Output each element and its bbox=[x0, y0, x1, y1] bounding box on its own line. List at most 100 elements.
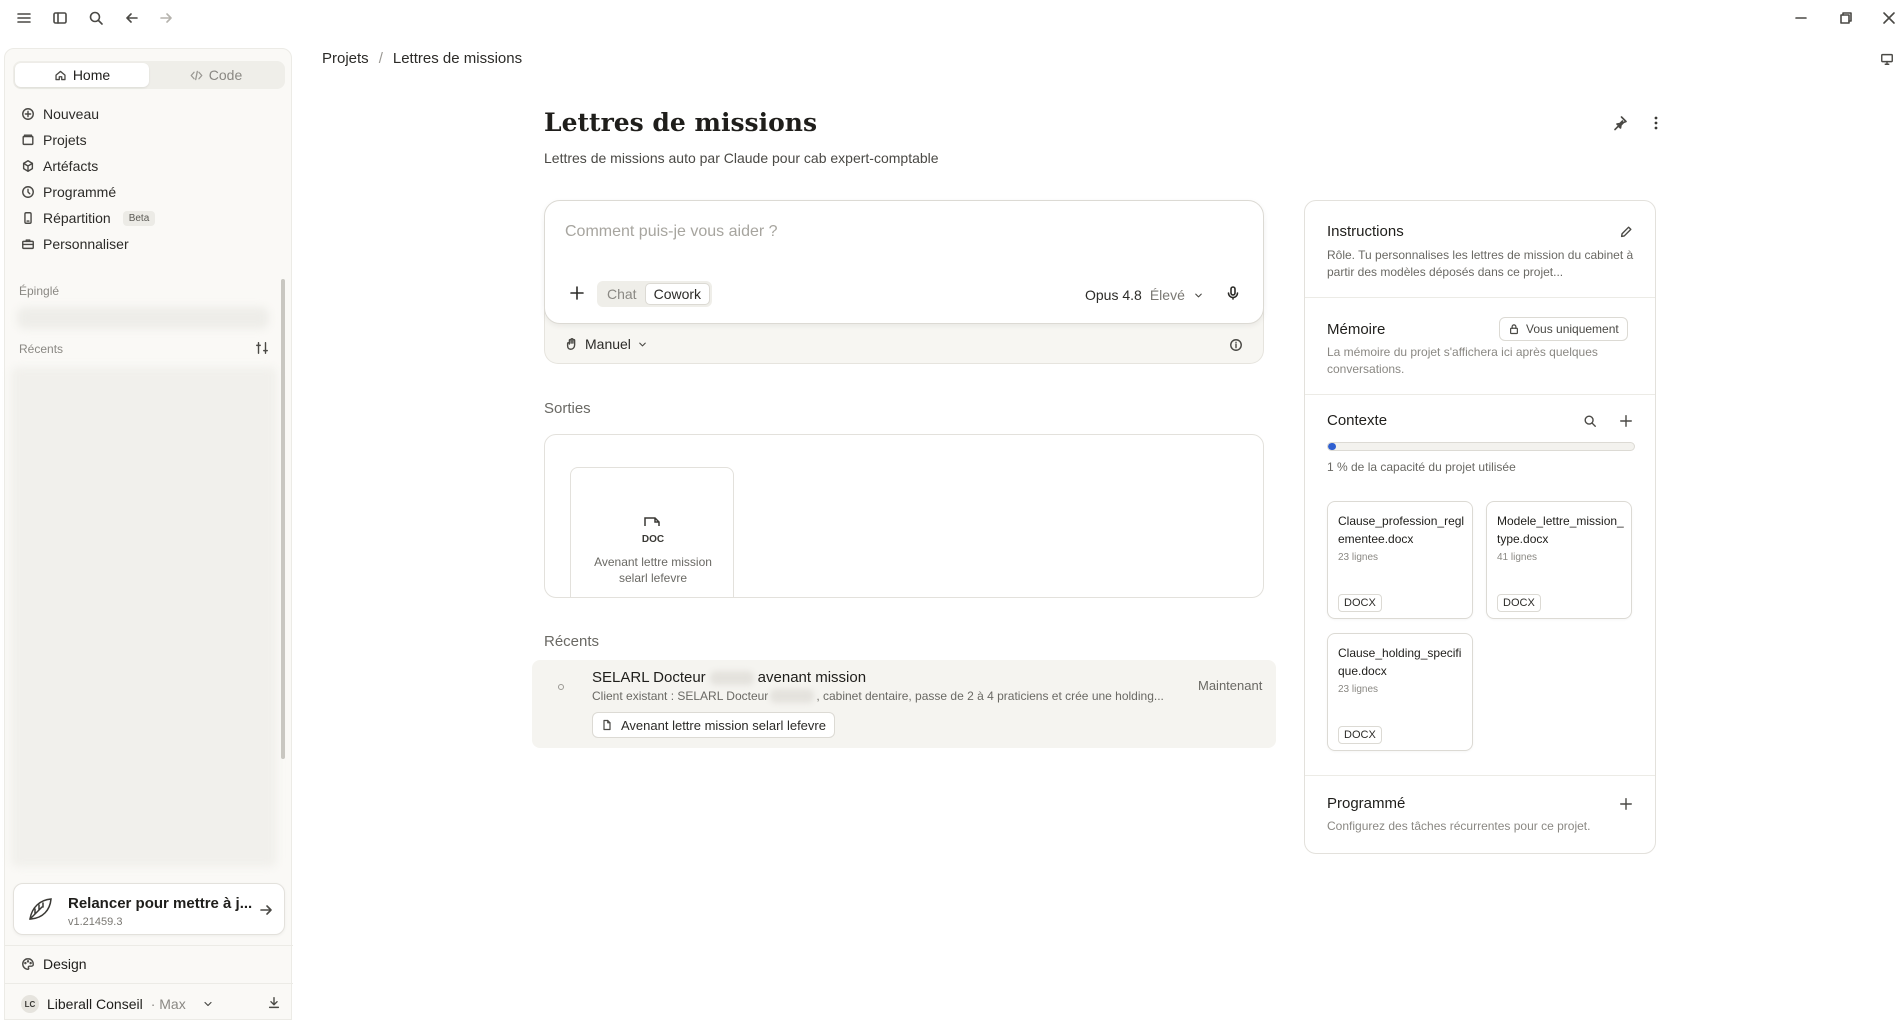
prompt-input[interactable]: Comment puis-je vous aider ? bbox=[565, 223, 778, 241]
update-card[interactable]: Relancer pour mettre à j... v1.21459.3 bbox=[13, 883, 285, 935]
phone-icon bbox=[24, 212, 32, 224]
search-icon[interactable] bbox=[1583, 414, 1597, 428]
sidebar-nav: Nouveau Projets Artéfacts Programmé Répa… bbox=[13, 101, 285, 257]
permission-dropdown[interactable]: Manuel bbox=[565, 336, 648, 352]
add-attachment-button[interactable] bbox=[569, 285, 585, 301]
model-name: Opus 4.8 bbox=[1085, 287, 1142, 303]
chat-composer: Comment puis-je vous aider ? Chat Cowork… bbox=[544, 200, 1264, 324]
folder-icon bbox=[22, 134, 34, 146]
context-title: Contexte bbox=[1327, 412, 1388, 429]
scheduled-title: Programmé bbox=[1327, 795, 1406, 812]
permission-label: Manuel bbox=[585, 336, 631, 352]
user-name: Liberall Conseil bbox=[47, 996, 143, 1012]
recents-heading: Récents bbox=[544, 633, 600, 650]
conversation-title: SELARL Docteur avenant mission bbox=[592, 669, 866, 686]
divider bbox=[1305, 394, 1655, 395]
file-lines: 23 lignes bbox=[1338, 684, 1379, 695]
forward-arrow-icon[interactable] bbox=[157, 9, 175, 27]
restore-icon[interactable] bbox=[1837, 9, 1855, 27]
download-icon[interactable] bbox=[267, 996, 281, 1010]
pinned-item-redacted[interactable] bbox=[17, 307, 269, 329]
attachment-name: Avenant lettre mission selarl lefevre bbox=[621, 717, 826, 733]
attachment-chip[interactable]: Avenant lettre mission selarl lefevre bbox=[592, 712, 835, 738]
breadcrumb-separator: / bbox=[378, 50, 383, 67]
output-doc-name: Avenant lettre mission selarl lefevre bbox=[594, 555, 712, 585]
edit-icon[interactable] bbox=[1619, 225, 1633, 239]
desc-end: , cabinet dentaire, passe de 2 à 4 prati… bbox=[816, 689, 1164, 703]
desc-start: Client existant : SELARL Docteur bbox=[592, 689, 769, 703]
context-file-card[interactable]: Clause_holding_specifique.docx 23 lignes… bbox=[1327, 633, 1473, 751]
recent-chats-redacted[interactable] bbox=[11, 367, 277, 867]
model-selector[interactable]: Opus 4.8 Élevé bbox=[1085, 287, 1204, 303]
outputs-heading: Sorties bbox=[544, 400, 591, 417]
pin-icon[interactable] bbox=[1612, 115, 1628, 131]
sidebar-item-personnaliser[interactable]: Personnaliser bbox=[13, 231, 285, 257]
page-title: Lettres de missions bbox=[544, 108, 818, 137]
file-lines: 41 lignes bbox=[1497, 552, 1538, 563]
memory-visibility-label: Vous uniquement bbox=[1526, 322, 1619, 336]
title-start: SELARL Docteur bbox=[592, 669, 706, 686]
breadcrumb-current: Lettres de missions bbox=[392, 50, 523, 67]
mode-cowork[interactable]: Cowork bbox=[644, 283, 711, 305]
mode-chat[interactable]: Chat bbox=[599, 283, 645, 305]
context-file-card[interactable]: Clause_profession_reglementee.docx 23 li… bbox=[1327, 501, 1473, 619]
redacted-name bbox=[770, 689, 815, 703]
menu-icon[interactable] bbox=[15, 9, 33, 27]
file-name: Clause_holding_specifique.docx bbox=[1338, 646, 1462, 678]
briefcase-icon bbox=[22, 239, 34, 250]
scheduled-text: Configurez des tâches récurrentes pour c… bbox=[1327, 819, 1591, 833]
add-scheduled-icon[interactable] bbox=[1619, 797, 1633, 811]
more-options-icon[interactable] bbox=[1648, 115, 1664, 131]
minimize-icon[interactable] bbox=[1792, 9, 1810, 27]
capacity-bar bbox=[1327, 442, 1635, 451]
back-arrow-icon[interactable] bbox=[123, 9, 141, 27]
breadcrumb-parent[interactable]: Projets bbox=[322, 50, 369, 67]
add-context-icon[interactable] bbox=[1619, 414, 1633, 428]
effort-level: Élevé bbox=[1149, 287, 1185, 303]
pinned-section-label: Épinglé bbox=[19, 284, 60, 298]
search-icon[interactable] bbox=[87, 9, 105, 27]
tab-home[interactable]: Home bbox=[15, 63, 149, 87]
info-icon[interactable] bbox=[1229, 338, 1243, 352]
lock-icon bbox=[1510, 324, 1518, 335]
recent-conversation[interactable]: SELARL Docteur avenant mission Client ex… bbox=[532, 660, 1276, 748]
hand-icon bbox=[566, 338, 576, 350]
user-menu[interactable]: LC Liberall Conseil · Max bbox=[13, 992, 285, 1016]
microphone-icon[interactable] bbox=[1225, 285, 1241, 301]
divider bbox=[5, 945, 293, 946]
breadcrumb: Projets / Lettres de missions bbox=[322, 50, 522, 67]
monitor-icon[interactable] bbox=[1880, 52, 1894, 66]
update-title: Relancer pour mettre à j... bbox=[68, 895, 253, 912]
sidebar-item-nouveau[interactable]: Nouveau bbox=[13, 101, 285, 127]
chevron-down-icon bbox=[204, 1001, 212, 1007]
sidebar-item-programme[interactable]: Programmé bbox=[13, 179, 285, 205]
memory-visibility-badge[interactable]: Vous uniquement bbox=[1499, 317, 1628, 341]
output-doc-card[interactable]: DOC Avenant lettre mission selarl lefevr… bbox=[570, 467, 734, 597]
outputs-panel: DOC Avenant lettre mission selarl lefevr… bbox=[544, 434, 1264, 598]
sidebar-toggle-icon[interactable] bbox=[51, 9, 69, 27]
clock-icon bbox=[22, 186, 34, 198]
palette-icon bbox=[22, 958, 34, 970]
file-name: Clause_profession_reglementee.docx bbox=[1338, 514, 1465, 546]
sidebar-item-design[interactable]: Design bbox=[13, 951, 285, 977]
filter-icon[interactable] bbox=[255, 341, 269, 355]
redacted-name bbox=[709, 670, 754, 685]
memory-text: La mémoire du projet s'affichera ici apr… bbox=[1327, 345, 1598, 376]
sidebar-scrollbar[interactable] bbox=[281, 279, 285, 759]
page-subtitle: Lettres de missions auto par Claude pour… bbox=[544, 150, 939, 166]
sidebar-item-label: Projets bbox=[43, 132, 87, 148]
file-name: Modele_lettre_mission_type.docx bbox=[1497, 514, 1624, 546]
sidebar-item-projets[interactable]: Projets bbox=[13, 127, 285, 153]
tab-code[interactable]: Code bbox=[149, 63, 283, 87]
memory-title: Mémoire bbox=[1327, 321, 1386, 338]
update-version: v1.21459.3 bbox=[68, 916, 123, 928]
divider bbox=[1305, 297, 1655, 298]
sidebar-item-repartition[interactable]: Répartition Beta bbox=[13, 205, 285, 231]
capacity-text: 1 % de la capacité du projet utilisée bbox=[1327, 460, 1516, 474]
avatar: LC bbox=[21, 995, 39, 1013]
sidebar-item-artefacts[interactable]: Artéfacts bbox=[13, 153, 285, 179]
doc-type-label: DOC bbox=[641, 534, 665, 545]
artifacts-icon bbox=[22, 160, 34, 172]
close-icon[interactable] bbox=[1880, 9, 1898, 27]
context-file-card[interactable]: Modele_lettre_mission_type.docx 41 ligne… bbox=[1486, 501, 1632, 619]
